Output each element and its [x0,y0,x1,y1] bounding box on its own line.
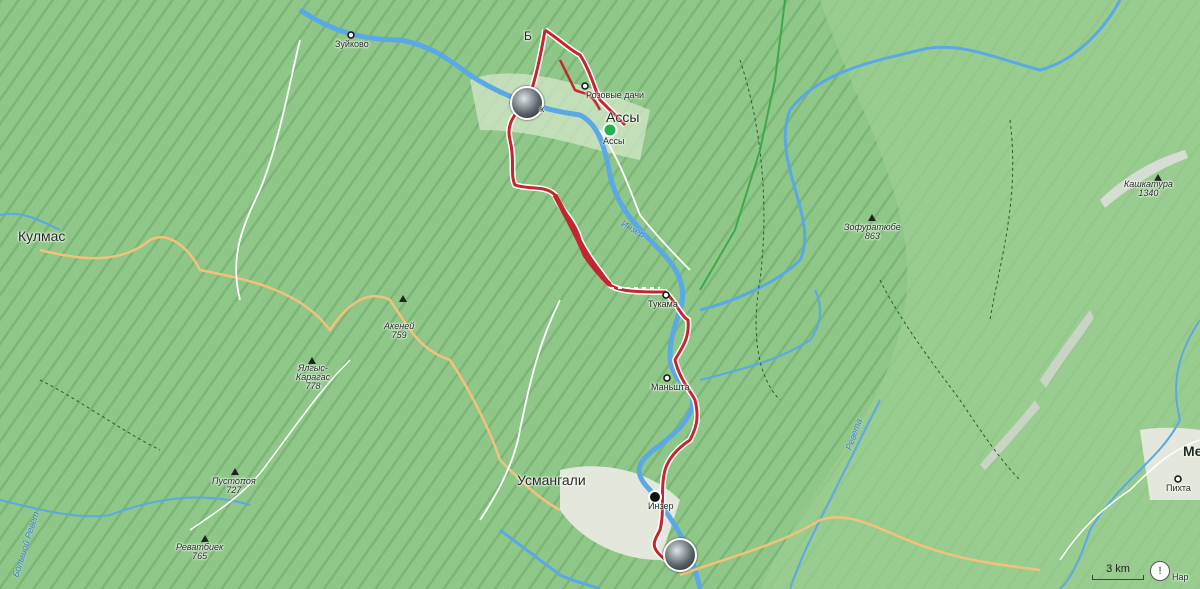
place-label: Пихта [1166,483,1191,493]
map-controls: 3 km ! [1092,561,1170,581]
info-button[interactable]: ! [1150,561,1170,581]
scale-bar-graphic [1092,574,1144,580]
place-label: Кулмас [18,228,66,244]
place-label: Тукама [648,299,678,309]
town-dot-manyshta [663,374,671,382]
place-label: Ме [1183,443,1200,459]
place-label: Зуйково [335,39,369,49]
photo-marker[interactable] [510,86,544,120]
photo-marker[interactable] [663,538,697,572]
town-dot-zuikovo [347,31,355,39]
scale-bar: 3 km [1092,563,1144,580]
place-label: к [540,104,544,114]
peak-label: Пустоποя 727 [212,476,256,495]
peak-label: Акеней 759 [384,321,415,340]
place-label: Маньшта [651,382,690,392]
town-dot-tukama [662,291,670,299]
scale-label: 3 km [1106,562,1130,575]
place-label: Нар [1172,572,1189,582]
peak-label: Кашкатура 1340 [1124,179,1173,198]
peak-label: Реватбиек 765 [176,542,224,561]
peak-label: Зофуратюбе 863 [844,222,901,241]
place-label: Розовые дачи [586,90,645,100]
place-label: Б [524,29,532,43]
place-label: Инзер [648,501,674,511]
place-label: Ассы [606,109,640,125]
town-dot-rozovye [581,82,589,90]
town-dot-pikhta [1174,475,1182,483]
peak-label: Ялгыс-Карагас 778 [295,363,331,391]
start-marker [602,122,618,138]
terrain-layer [0,0,1200,589]
place-label: Ассы [603,136,625,146]
place-label: Усмангали [517,472,586,488]
map-canvas[interactable]: Зуйково Кулмас Усмангали Ассы Ассы Розов… [0,0,1200,589]
